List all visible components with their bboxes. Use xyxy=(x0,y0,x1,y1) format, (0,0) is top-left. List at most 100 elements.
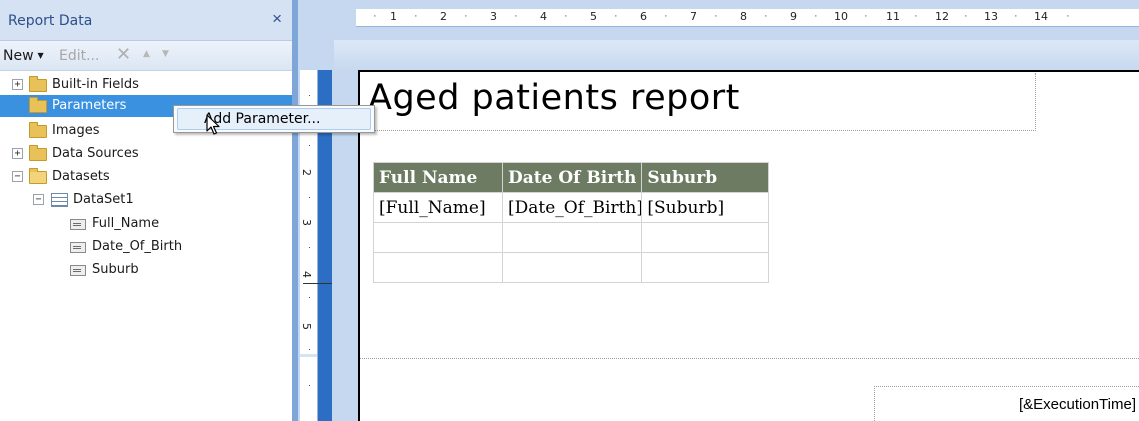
tree-item-label: Parameters xyxy=(52,98,127,113)
ruler-number: 12 xyxy=(935,10,949,23)
ruler-number: 4 xyxy=(300,271,313,278)
table-cell[interactable] xyxy=(501,222,643,253)
tree-item-built-in-fields[interactable]: + Built-in Fields xyxy=(0,74,292,96)
table-cell[interactable] xyxy=(641,252,770,283)
table-row: [Full_Name] [Date_Of_Birth] [Suburb] xyxy=(373,192,770,223)
ruler-tick: · xyxy=(1014,10,1018,22)
ruler-tick: · xyxy=(1066,10,1070,22)
move-down-icon[interactable]: ▼ xyxy=(162,49,169,59)
field-icon xyxy=(70,219,86,230)
tree-item-data-sources[interactable]: + Data Sources xyxy=(0,143,292,165)
panel-toolbar: New ▼ Edit... ✕ ▲ ▼ xyxy=(0,41,292,71)
tree-item-label: Full_Name xyxy=(92,216,160,231)
tree-item-label: Images xyxy=(52,123,100,138)
table-row xyxy=(373,252,770,283)
ruler-tick: · xyxy=(308,380,311,390)
tree-item-label: Date_Of_Birth xyxy=(92,239,183,254)
new-dropdown-button[interactable]: New ▼ xyxy=(3,48,44,64)
move-up-icon[interactable]: ▲ xyxy=(143,49,150,59)
tree-item-label: Data Sources xyxy=(52,146,139,161)
tree-item-label: Suburb xyxy=(92,262,139,277)
tree-item-label: Datasets xyxy=(52,169,110,184)
ruler-tick: · xyxy=(564,10,568,22)
ruler-number: 13 xyxy=(984,10,998,23)
table-header-cell[interactable]: Full Name xyxy=(373,162,503,193)
ruler-number: 2 xyxy=(300,169,313,176)
ruler-section-divider[interactable] xyxy=(300,354,317,357)
tree-item-field[interactable]: Full_Name xyxy=(0,213,292,235)
table-header-cell[interactable]: Date Of Birth xyxy=(501,162,643,193)
ruler-number: 3 xyxy=(490,10,497,23)
ruler-tick: · xyxy=(714,10,718,22)
collapse-icon[interactable]: − xyxy=(12,171,23,182)
folder-icon xyxy=(29,122,47,138)
table-cell[interactable] xyxy=(501,252,643,283)
close-icon[interactable]: × xyxy=(272,9,282,29)
expand-icon[interactable]: + xyxy=(12,148,23,159)
table-cell[interactable]: [Suburb] xyxy=(641,192,770,223)
ruler-tick: · xyxy=(308,242,311,252)
table-cell[interactable] xyxy=(373,222,503,253)
ruler-tick: · xyxy=(514,10,518,22)
field-icon xyxy=(70,242,86,253)
ruler-tick: · xyxy=(308,90,311,100)
panel-title: Report Data xyxy=(8,13,93,29)
field-icon xyxy=(70,265,86,276)
execution-time-textbox[interactable]: [&ExecutionTime] xyxy=(874,386,1139,421)
ruler-tick: · xyxy=(464,10,468,22)
folder-icon xyxy=(29,145,47,161)
report-title[interactable]: Aged patients report xyxy=(368,78,740,118)
collapse-icon[interactable]: − xyxy=(33,194,44,205)
ruler-tick: · xyxy=(308,140,311,150)
edit-button[interactable]: Edit... xyxy=(59,48,99,64)
ruler-tick: · xyxy=(414,10,418,22)
ruler-tick: · xyxy=(308,344,311,354)
table-row xyxy=(373,222,770,253)
ruler-number: 14 xyxy=(1034,10,1048,23)
ruler-tick: · xyxy=(814,10,818,22)
ruler-number: 7 xyxy=(690,10,697,23)
dropdown-arrow-icon: ▼ xyxy=(37,51,44,60)
ruler-number: 11 xyxy=(886,10,900,23)
ruler-tick: · xyxy=(664,10,668,22)
execution-time-label: [&ExecutionTime] xyxy=(1019,396,1136,413)
table-cell[interactable]: [Full_Name] xyxy=(373,192,503,223)
open-folder-icon xyxy=(29,168,47,184)
table-cell[interactable]: [Date_Of_Birth] xyxy=(501,192,643,223)
tree-item-field[interactable]: Suburb xyxy=(0,259,292,281)
delete-icon[interactable]: ✕ xyxy=(116,44,131,65)
tree-item-dataset1[interactable]: − DataSet1 xyxy=(0,189,292,211)
tree-item-field[interactable]: Date_Of_Birth xyxy=(0,236,292,258)
panel-header: Report Data × xyxy=(0,0,292,41)
ruler-number: 3 xyxy=(300,219,313,226)
tree-item-datasets[interactable]: − Datasets xyxy=(0,166,292,188)
ruler-number: 10 xyxy=(834,10,848,23)
ruler-section-marker xyxy=(303,283,332,284)
table-cell[interactable] xyxy=(641,222,770,253)
folder-icon xyxy=(29,97,47,113)
ruler-number: 6 xyxy=(640,10,647,23)
table-header-cell[interactable]: Suburb xyxy=(641,162,770,193)
ruler-number: 8 xyxy=(740,10,747,23)
mouse-pointer-icon xyxy=(206,114,220,135)
dataset-table-icon xyxy=(51,193,68,207)
report-table[interactable]: Full Name Date Of Birth Suburb [Full_Nam… xyxy=(373,162,770,283)
ruler-tick: · xyxy=(764,10,768,22)
ruler-tick: · xyxy=(308,192,311,202)
horizontal-ruler: · 1 · 2 · 3 · 4 · 5 · 6 · 7 · 8 · 9 · 10… xyxy=(356,9,1139,27)
context-menu: Add Parameter... xyxy=(173,105,375,133)
table-cell[interactable] xyxy=(373,252,503,283)
ruler-number: 5 xyxy=(300,323,313,330)
ruler-number: 1 xyxy=(390,10,397,23)
ruler-number: 5 xyxy=(590,10,597,23)
folder-icon xyxy=(29,76,47,92)
ruler-number: 4 xyxy=(540,10,547,23)
expand-icon[interactable]: + xyxy=(12,79,23,90)
designer-band xyxy=(334,40,1139,70)
tree-item-label: Built-in Fields xyxy=(52,77,139,92)
ruler-tick: · xyxy=(308,292,311,302)
ruler-tick: · xyxy=(864,10,868,22)
ruler-tick: · xyxy=(914,10,918,22)
table-header-row: Full Name Date Of Birth Suburb xyxy=(373,162,770,193)
page-footer-separator xyxy=(360,358,1139,360)
